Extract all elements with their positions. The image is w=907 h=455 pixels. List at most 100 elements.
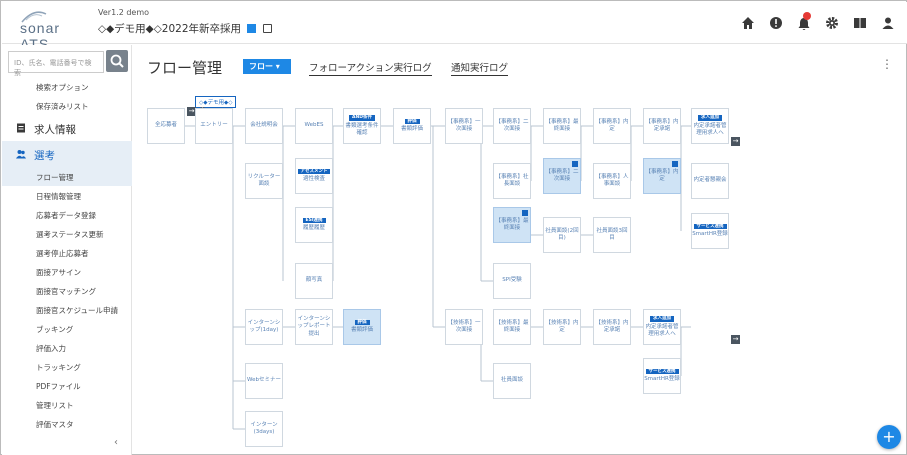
home-icon[interactable] [741, 16, 755, 30]
flow-node-label: 【事務系】最終面接 [545, 118, 579, 132]
flow-node[interactable]: 【事務系】内定 [643, 158, 681, 194]
flow-node-tag: 求人追加 [650, 315, 674, 322]
flow-node-tag: ESI連携 [302, 217, 326, 224]
flow-node[interactable]: 【技術系】一次面接 [445, 309, 483, 345]
flow-node-label: 【技術系】内定承諾 [595, 319, 629, 333]
flow-node[interactable]: ESI連携 履歴履歴 [295, 207, 333, 243]
gear-icon[interactable] [825, 16, 839, 30]
sidebar-item-flow[interactable]: フロー管理 [2, 167, 132, 186]
flow-diagram: ◇◆デモ用◆◇ → i 全応募者エントリー会社説明会WebESAND条件書類選考… [133, 45, 907, 455]
sidebar-item-interviewer-schedule[interactable]: 面接官スケジュール申請 [2, 300, 132, 319]
sidebar-item-evaluation[interactable]: 評価入力 [2, 338, 132, 357]
sidebar-item-booking[interactable]: ブッキング [2, 319, 132, 338]
flow-node[interactable]: 求人追加 内定承諾者管理用求人へ [643, 309, 681, 345]
app-logo[interactable]: sonar ATS [12, 8, 92, 52]
search-input[interactable]: ID、氏名、電話番号で検索 [8, 51, 104, 77]
flow-node[interactable]: インターンシップ(1day) [245, 309, 283, 345]
flow-node[interactable]: リクルーター面談 [245, 163, 283, 199]
add-fab-button[interactable]: + [877, 425, 901, 449]
flow-node[interactable]: 【事務系】二次面接 [543, 158, 581, 194]
flow-node-label: SmartHR登録 [692, 231, 728, 238]
flow-node[interactable]: Webセミナー [245, 363, 283, 399]
flow-node-label: 適性検査 [302, 176, 325, 183]
flow-node[interactable]: 全応募者 [147, 108, 185, 144]
sidebar: ID、氏名、電話番号で検索 検索オプション 保存済みリスト 求人情報 選考 フロ… [2, 45, 132, 455]
flow-node[interactable]: AND条件 書類選考条件確認 [343, 108, 381, 144]
flow-node[interactable]: 顔写真 [295, 263, 333, 299]
flow-node-label: インターンシップ(1day) [247, 319, 281, 333]
flow-node-tag: AND条件 [349, 114, 375, 121]
flow-node[interactable]: アセスメント 適性検査 [295, 158, 333, 194]
flow-node[interactable]: 【事務系】一次面接 [445, 108, 483, 144]
flow-node[interactable]: 内定者懇親会 [691, 163, 729, 199]
sidebar-item-search-options[interactable]: 検索オプション [2, 77, 132, 96]
flow-node[interactable]: 評価 書類評価 [393, 108, 431, 144]
expand-arrow-icon[interactable]: → [731, 335, 740, 344]
bookmark-icon [672, 161, 678, 167]
flow-node[interactable]: エントリー [195, 108, 233, 144]
flow-node[interactable]: 【事務系】内定承諾 [643, 108, 681, 144]
flow-node[interactable]: 【事務系】内定 [593, 108, 631, 144]
flow-node-label: リクルーター面談 [247, 173, 281, 187]
flow-node[interactable]: SPI受験 [493, 263, 531, 299]
flow-node[interactable]: サービス連携 SmartHR登録 [691, 213, 729, 249]
flow-node[interactable]: 【事務系】社長面談 [493, 163, 531, 199]
flow-node[interactable]: 評価 書類評価 [343, 309, 381, 345]
flow-node-label: 顔写真 [305, 277, 323, 284]
notification-bell[interactable] [797, 12, 811, 30]
sidebar-item-manage-list[interactable]: 管理リスト [2, 395, 132, 414]
flow-node-label: 【事務系】社長面談 [495, 173, 529, 187]
sidebar-item-interviewer-matching[interactable]: 面接官マッチング [2, 281, 132, 300]
clipboard-icon[interactable] [262, 24, 272, 33]
sidebar-item-status-update[interactable]: 選考ステータス更新 [2, 224, 132, 243]
flow-node[interactable]: 【技術系】内定承諾 [593, 309, 631, 345]
flow-node[interactable]: インターンシップレポート提出 [295, 309, 333, 345]
flow-node-label: WebES [304, 122, 324, 129]
sidebar-section-selection[interactable]: 選考 [2, 141, 132, 167]
dropdown-icon[interactable] [247, 24, 257, 33]
flow-node[interactable]: 社員面談 [493, 363, 531, 399]
sidebar-item-tracking[interactable]: トラッキング [2, 357, 132, 376]
flow-node[interactable]: 会社説明会 [245, 108, 283, 144]
sidebar-item-eval-master[interactable]: 評価マスタ [2, 414, 132, 433]
project-selector[interactable]: ◇◆デモ用◆◇2022年新卒採用 [98, 21, 272, 36]
flow-node[interactable]: 【事務系】最終面接 [543, 108, 581, 144]
app-header: sonar ATS Ver1.2 demo ◇◆デモ用◆◇2022年新卒採用 [2, 2, 907, 52]
flow-node[interactable]: 【事務系】人事面談 [593, 163, 631, 199]
flow-node[interactable]: サービス連携 SmartHR登録 [643, 358, 681, 394]
flow-node[interactable]: 求人追加 内定承諾者管理用求人へ [691, 108, 729, 144]
flow-node[interactable]: インターン(3days) [245, 411, 283, 447]
document-icon [17, 123, 25, 133]
search-button[interactable] [106, 50, 128, 72]
flow-node[interactable]: 【事務系】二次面接 [493, 108, 531, 144]
sidebar-item-saved-lists[interactable]: 保存済みリスト [2, 96, 132, 115]
flow-node[interactable]: 【事務系】最終面接 [493, 207, 531, 243]
flow-node[interactable]: 社員面談(2回目) [543, 217, 581, 253]
flow-node-label: 会社説明会 [250, 122, 278, 129]
user-icon[interactable] [881, 16, 895, 30]
sidebar-item-schedule[interactable]: 日程情報管理 [2, 186, 132, 205]
flow-node-label: 書類評価 [400, 126, 423, 133]
flow-node-label: 【技術系】一次面接 [447, 319, 481, 333]
sidebar-item-pdf[interactable]: PDFファイル [2, 376, 132, 395]
flow-node[interactable]: 【技術系】最終面接 [493, 309, 531, 345]
flow-node-label: 内定承諾者管理用求人へ [693, 122, 727, 136]
flow-node[interactable]: 社員面談3回目 [593, 217, 631, 253]
collapse-sidebar-icon[interactable]: ‹ [114, 437, 118, 448]
header-icons [741, 12, 895, 30]
flow-node-label: 履歴履歴 [302, 225, 325, 232]
sidebar-item-stopped[interactable]: 選考停止応募者 [2, 243, 132, 262]
people-icon [16, 150, 26, 159]
sidebar-item-applicant-register[interactable]: 応募者データ登録 [2, 205, 132, 224]
flow-node[interactable]: 【技術系】内定 [543, 309, 581, 345]
book-icon[interactable] [853, 16, 867, 30]
flow-node-label: 【事務系】最終面接 [495, 217, 529, 231]
sidebar-item-interview-assign[interactable]: 面接アサイン [2, 262, 132, 281]
bookmark-icon [522, 210, 528, 216]
expand-arrow-icon[interactable]: → [731, 137, 740, 146]
flow-node-label: 【事務系】内定承諾 [645, 118, 679, 132]
info-icon[interactable] [769, 16, 783, 30]
flow-node[interactable]: WebES [295, 108, 333, 144]
sidebar-section-jobs[interactable]: 求人情報 [2, 115, 132, 141]
flow-node-label: 内定承諾者管理用求人へ [645, 323, 679, 337]
